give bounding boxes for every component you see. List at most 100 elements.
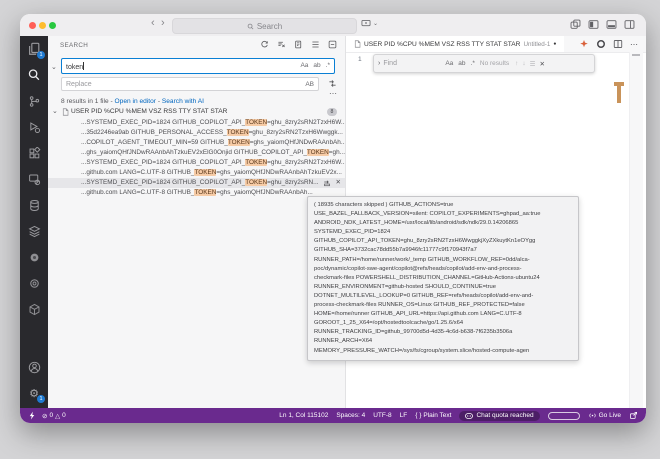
activity-explorer[interactable]: 1 — [20, 36, 48, 62]
activity-database[interactable] — [20, 192, 48, 218]
tooltip-line: HOME=/home/runner GITHUB_API_URL=https:/… — [314, 310, 572, 319]
copilot-action-icon[interactable] — [596, 39, 606, 49]
back-icon[interactable]: ‹ — [151, 17, 155, 29]
more-actions-icon[interactable]: ⋯ — [630, 39, 638, 50]
activity-run-debug[interactable] — [20, 114, 48, 140]
forward-icon[interactable]: › — [161, 17, 165, 29]
tab-untitled-1[interactable]: USER PID %CPU %MEM VSZ RSS TTY STAT STAR… — [346, 36, 564, 52]
toggle-panel-icon[interactable] — [606, 19, 617, 30]
search-with-ai-link[interactable]: Search with AI — [162, 98, 204, 105]
extension-action-icon[interactable] — [579, 39, 589, 49]
search-result-row[interactable]: ...github.com LANG=C.UTF-8 GITHUB_TOKEN=… — [48, 188, 345, 198]
search-result-row[interactable]: ...35d2246ea9ab GITHUB_PERSONAL_ACCESS_T… — [48, 128, 345, 138]
search-result-row[interactable]: ...SYSTEMD_EXEC_PID=1824 GITHUB_COPILOT_… — [48, 178, 345, 188]
accounts-button[interactable] — [20, 354, 48, 380]
zoom-window-button[interactable] — [49, 22, 56, 29]
refresh-icon[interactable] — [260, 40, 269, 49]
regex-toggle[interactable]: .* — [326, 62, 330, 69]
clear-results-icon[interactable] — [277, 40, 286, 49]
remote-indicator-icon[interactable] — [28, 411, 36, 420]
toggle-primary-sidebar-icon[interactable] — [588, 19, 599, 30]
layers-icon — [28, 225, 41, 238]
usage-meter[interactable] — [548, 412, 580, 420]
find-in-selection-icon[interactable]: ☰ — [530, 60, 536, 68]
preserve-case-toggle[interactable]: AB — [305, 81, 314, 88]
minimap[interactable] — [629, 52, 643, 408]
result-file-row[interactable]: ⌄ USER PID %CPU %MEM VSZ RSS TTY STAT ST… — [48, 106, 345, 117]
toggle-replace-icon[interactable]: › — [378, 60, 380, 67]
whole-word-toggle[interactable]: ab — [313, 62, 320, 69]
search-result-row[interactable]: ...github.com LANG=C.UTF-8 GITHUB_TOKEN=… — [48, 168, 345, 178]
encoding[interactable]: UTF-8 — [373, 412, 391, 419]
activity-source-control[interactable] — [20, 88, 48, 114]
activity-package[interactable] — [20, 296, 48, 322]
language-mode[interactable]: { } Plain Text — [415, 412, 451, 419]
cursor-position[interactable]: Ln 1, Col 115102 — [279, 412, 328, 419]
screen-share-icon — [361, 19, 371, 28]
match-highlight: TOKEN — [245, 179, 267, 186]
activity-remote-explorer[interactable] — [20, 166, 48, 192]
collapse-all-icon[interactable] — [328, 40, 337, 49]
share-icon[interactable] — [629, 411, 638, 420]
customize-layout-icon[interactable] — [570, 19, 581, 30]
close-find-icon[interactable]: ✕ — [539, 60, 544, 68]
broadcast-icon — [588, 411, 597, 420]
replace-all-icon[interactable] — [328, 79, 337, 88]
next-match-icon[interactable]: ↓ — [522, 60, 525, 67]
activity-extension-circle[interactable] — [20, 244, 48, 270]
whole-word-toggle[interactable]: ab — [458, 60, 465, 67]
settings-button[interactable]: ⚙ 1 — [20, 380, 48, 406]
dismiss-match-icon[interactable]: ✕ — [336, 178, 341, 188]
match-count-badge: 8 — [327, 108, 337, 116]
toggle-replace-icon[interactable]: ⌄ — [51, 63, 57, 71]
minimap-line — [632, 54, 640, 56]
toggle-secondary-sidebar-icon[interactable] — [624, 19, 635, 30]
minimize-window-button[interactable] — [39, 22, 46, 29]
overview-match-marker — [617, 86, 621, 103]
error-icon: ⊘ — [42, 412, 47, 420]
swirl-extension-icon — [28, 277, 41, 290]
activity-bar: 1 — [20, 36, 48, 408]
new-search-editor-icon[interactable] — [294, 40, 303, 49]
copilot-icon — [465, 413, 473, 419]
activity-layers[interactable] — [20, 218, 48, 244]
match-case-toggle[interactable]: Aa — [300, 62, 308, 69]
replace-input[interactable]: Replace AB — [61, 77, 319, 91]
chevron-down-icon: ⌄ — [52, 106, 58, 117]
activity-extensions[interactable] — [20, 140, 48, 166]
find-input[interactable]: Find — [383, 60, 445, 67]
search-input[interactable]: token Aa ab .* — [61, 58, 335, 74]
text-caret — [83, 62, 84, 70]
search-result-row[interactable]: ...SYSTEMD_EXEC_PID=1824 GITHUB_COPILOT_… — [48, 118, 345, 128]
titlebar-search-box[interactable]: Search — [172, 18, 357, 34]
titlebar-search-placeholder: Search — [257, 22, 282, 31]
errors-warnings[interactable]: ⊘ 0 △ 0 — [42, 412, 66, 420]
search-result-row[interactable]: ...COPILOT_AGENT_TIMEOUT_MIN=59 GITHUB_T… — [48, 138, 345, 148]
tooltip-line: RUNNER_ARCH=X64 — [314, 337, 572, 346]
toggle-search-details-icon[interactable]: ⋯ — [329, 89, 337, 98]
activity-extension-swirl[interactable] — [20, 270, 48, 296]
account-icon — [28, 361, 41, 374]
match-case-toggle[interactable]: Aa — [445, 60, 453, 67]
open-in-editor-link[interactable]: Open in editor — [115, 98, 156, 105]
modified-dot-icon[interactable]: ● — [553, 41, 556, 47]
tooltip-line: RUNNER_PATH=/home/runner/work/_temp GITH… — [314, 256, 572, 265]
indentation[interactable]: Spaces: 4 — [336, 412, 365, 419]
view-as-tree-icon[interactable] — [311, 40, 320, 49]
screen-share-button[interactable]: ⌄ — [361, 19, 378, 28]
search-result-row[interactable]: ...ghs_yaiomQHfJNDwRAAnbAhTzkuEV2xElG0On… — [48, 148, 345, 158]
replace-match-icon[interactable] — [323, 179, 331, 187]
close-window-button[interactable] — [29, 22, 36, 29]
result-hover-tooltip: ( 18935 characters skipped ) GITHUB_ACTI… — [307, 196, 579, 361]
split-editor-icon[interactable] — [613, 39, 623, 49]
eol[interactable]: LF — [400, 412, 408, 419]
settings-badge: 1 — [37, 395, 45, 403]
regex-toggle[interactable]: .* — [471, 60, 475, 67]
previous-match-icon[interactable]: ↑ — [515, 60, 518, 67]
line-number: 1 — [358, 56, 362, 63]
search-result-row[interactable]: ...SYSTEMD_EXEC_PID=1824 GITHUB_COPILOT_… — [48, 158, 345, 168]
separator: - — [111, 98, 113, 105]
activity-search[interactable] — [20, 62, 48, 88]
go-live-button[interactable]: Go Live — [588, 411, 621, 420]
chat-quota-status[interactable]: Chat quota reached — [459, 411, 539, 421]
